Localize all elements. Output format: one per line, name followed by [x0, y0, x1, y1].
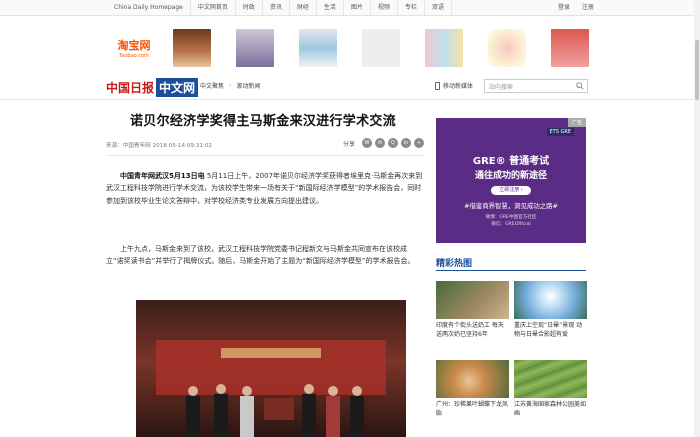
- nav-link-chinadaily[interactable]: China Daily Homepage: [108, 0, 191, 16]
- breadcrumb-separator: ›: [229, 82, 232, 89]
- linkedin-icon[interactable]: in: [401, 138, 411, 148]
- photo-card-image[interactable]: [514, 281, 587, 319]
- top-nav: China Daily Homepage 中文网首页 时政 资讯 财经 生活 图…: [0, 0, 700, 16]
- weibo-icon[interactable]: W: [362, 138, 372, 148]
- taobao-logo-sub: Taobao.com: [119, 53, 149, 59]
- logo-chinese-site: 中文网: [156, 77, 199, 97]
- photo-card[interactable]: 印度有个街头送奶工 每天送两次奶已坚持6年: [436, 281, 509, 339]
- meta-divider: [106, 155, 424, 156]
- section-title[interactable]: 精彩热图: [436, 256, 472, 269]
- search-placeholder: 站内搜索: [489, 84, 514, 91]
- mobile-media-link[interactable]: 移动新媒体: [435, 81, 473, 90]
- breadcrumb-item[interactable]: 中文聚焦: [200, 81, 224, 90]
- photo-card[interactable]: 重庆上空现“日晕”景观 动物与日晕合影超有爱: [514, 281, 587, 339]
- share-label: 分享: [342, 140, 355, 148]
- breadcrumb-item[interactable]: 滚动新闻: [236, 81, 260, 90]
- search-input[interactable]: 站内搜索: [484, 79, 588, 93]
- article-photo-image: [136, 300, 406, 437]
- article-meta: 来源：中国青年网 2018-05-14 09:31:02 分享 W ✉ Q in…: [106, 138, 424, 152]
- auth-links: 登录 注册: [552, 0, 600, 16]
- photo-card-caption[interactable]: 印度有个街头送奶工 每天送两次奶已坚持6年: [436, 322, 509, 339]
- photo-card-image[interactable]: [514, 360, 587, 398]
- photo-card-caption[interactable]: 重庆上空现“日晕”景观 动物与日晕合影超有爱: [514, 322, 587, 339]
- photo-card-image[interactable]: [436, 281, 509, 319]
- top-nav-links: China Daily Homepage 中文网首页 时政 资讯 财经 生活 图…: [108, 0, 452, 16]
- ad-weibo: 微博：GRE中国官方社区: [485, 215, 537, 220]
- ad-headline: GRE® 普通考试: [472, 156, 550, 167]
- article-dateline: 中国青年网武汉5月13日电: [120, 172, 205, 180]
- qq-icon[interactable]: Q: [388, 138, 398, 148]
- search-icon[interactable]: [576, 82, 584, 90]
- taobao-logo-text: 淘宝网: [117, 39, 151, 52]
- article-photo: [136, 300, 406, 437]
- ad-product-image[interactable]: [488, 29, 526, 67]
- ad-register-button[interactable]: 立即注册 ›: [491, 186, 531, 195]
- ad-product-image[interactable]: [173, 29, 211, 67]
- ad-badge: 广告: [567, 118, 586, 127]
- ad-product-image[interactable]: [299, 29, 337, 67]
- photo-card-caption[interactable]: 广州：珍稀果叶蝴蝶下龙凤胎: [436, 401, 509, 418]
- ad-wechat: 微信：GREOfficial: [491, 222, 531, 227]
- nav-link-home[interactable]: 中文网首页: [191, 0, 236, 16]
- photo-card-caption[interactable]: 江苏黄海国家森林公园美如画: [514, 401, 587, 418]
- site-header: 中国日报 中文网 中文聚焦 › 滚动新闻 移动新媒体 站内搜索: [0, 73, 700, 100]
- photo-card-image[interactable]: [436, 360, 509, 398]
- section-underline: [436, 270, 586, 271]
- breadcrumb: 中文聚焦 › 滚动新闻: [200, 81, 260, 90]
- nav-link-finance[interactable]: 财经: [290, 0, 317, 16]
- photo-card[interactable]: 江苏黄海国家森林公园美如画: [514, 360, 587, 418]
- ad-tagline: #借鉴商界智慧，洞见成功之路#: [464, 202, 558, 210]
- photo-card[interactable]: 广州：珍稀果叶蝴蝶下龙凤胎: [436, 360, 509, 418]
- article-paragraph: 上午九点，马斯金来到了该校，武汉工程科技学院党委书记程新文与马斯金共同宣布在该校…: [106, 245, 415, 266]
- page-scrollbar[interactable]: [694, 0, 700, 437]
- ad-subheadline: 通往成功的新途径: [474, 171, 547, 181]
- mobile-media-label: 移动新媒体: [443, 83, 474, 90]
- nav-link-columns[interactable]: 专栏: [398, 0, 425, 16]
- nav-link-video[interactable]: 视频: [371, 0, 398, 16]
- article-source: 来源：中国青年网 2018-05-14 09:31:02: [106, 143, 212, 149]
- ad-product-image[interactable]: [362, 29, 400, 67]
- logo-chinadaily: 中国日报: [106, 80, 155, 95]
- article-paragraph: 中国青年网武汉5月13日电 5月11日上午，2007年诺贝尔经济学奖获得者埃里克…: [106, 170, 424, 207]
- login-link[interactable]: 登录: [552, 0, 576, 16]
- plus-icon[interactable]: +: [414, 138, 424, 148]
- wechat-icon[interactable]: ✉: [375, 138, 385, 148]
- nav-link-bilingual[interactable]: 双语: [425, 0, 452, 16]
- nav-link-news[interactable]: 资讯: [263, 0, 290, 16]
- ets-logo: ETS GRE: [546, 128, 574, 136]
- ad-product-image[interactable]: [551, 29, 589, 67]
- nav-link-politics[interactable]: 时政: [236, 0, 263, 16]
- register-link[interactable]: 注册: [576, 0, 600, 16]
- site-logo[interactable]: 中国日报 中文网: [106, 77, 199, 97]
- share-bar: 分享 W ✉ Q in +: [343, 138, 424, 148]
- scrollbar-thumb[interactable]: [695, 40, 699, 100]
- gre-ad-banner[interactable]: 广告 ETS GRE GRE® 普通考试 通往成功的新途径 立即注册 › #借鉴…: [436, 118, 586, 243]
- nav-link-life[interactable]: 生活: [317, 0, 344, 16]
- taobao-logo[interactable]: 淘宝网 Taobao.com: [105, 33, 163, 63]
- ad-product-image[interactable]: [236, 29, 274, 67]
- article-title: 诺贝尔经济学奖得主马斯金来汉进行学术交流: [129, 114, 396, 129]
- ad-product-image[interactable]: [425, 29, 463, 67]
- nav-link-photos[interactable]: 图片: [344, 0, 371, 16]
- ad-strip: 淘宝网 Taobao.com: [105, 25, 590, 71]
- phone-icon: [435, 81, 440, 90]
